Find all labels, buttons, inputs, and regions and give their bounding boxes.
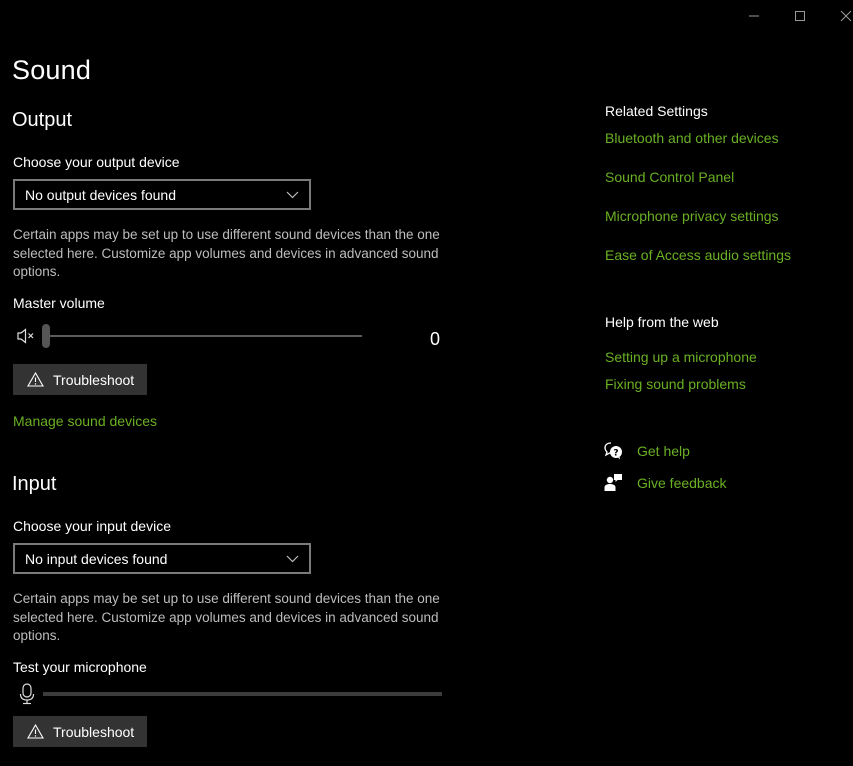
microphone-privacy-link[interactable]: Microphone privacy settings xyxy=(605,208,779,224)
output-device-label: Choose your output device xyxy=(13,154,180,170)
sound-control-panel-link[interactable]: Sound Control Panel xyxy=(605,169,734,185)
master-volume-slider-thumb[interactable] xyxy=(42,324,50,348)
give-feedback-link[interactable]: Give feedback xyxy=(637,475,727,491)
master-volume-value: 0 xyxy=(430,329,441,349)
input-device-dropdown[interactable]: No input devices found xyxy=(13,543,311,574)
output-description: Certain apps may be set up to use differ… xyxy=(13,227,440,279)
maximize-button[interactable] xyxy=(777,0,823,32)
get-help-link[interactable]: Get help xyxy=(637,443,690,459)
input-heading: Input xyxy=(12,473,57,495)
chevron-down-icon xyxy=(286,186,299,204)
maximize-icon xyxy=(794,10,806,22)
warning-icon xyxy=(27,724,44,739)
close-button[interactable] xyxy=(823,0,853,32)
output-device-dropdown[interactable]: No output devices found xyxy=(13,179,311,210)
get-help-item[interactable]: ? Get help xyxy=(604,442,690,460)
minimize-button[interactable] xyxy=(731,0,777,32)
test-microphone-label: Test your microphone xyxy=(13,659,147,675)
input-device-label: Choose your input device xyxy=(13,518,171,534)
ease-of-access-audio-link[interactable]: Ease of Access audio settings xyxy=(605,247,791,263)
related-settings-heading: Related Settings xyxy=(605,103,708,119)
give-feedback-item[interactable]: Give feedback xyxy=(604,473,727,492)
output-troubleshoot-label: Troubleshoot xyxy=(53,371,135,388)
microphone-icon xyxy=(18,683,36,705)
input-troubleshoot-label: Troubleshoot xyxy=(53,723,135,740)
fixing-sound-problems-link[interactable]: Fixing sound problems xyxy=(605,376,746,392)
output-heading: Output xyxy=(12,109,73,131)
master-volume-track[interactable] xyxy=(46,335,362,337)
input-description: Certain apps may be set up to use differ… xyxy=(13,591,440,643)
get-help-icon: ? xyxy=(604,442,637,460)
chevron-down-icon xyxy=(286,550,299,568)
give-feedback-icon xyxy=(604,473,637,492)
bluetooth-devices-link[interactable]: Bluetooth and other devices xyxy=(605,130,779,146)
input-device-value: No input devices found xyxy=(25,550,168,567)
page-title: Sound xyxy=(12,55,92,85)
input-troubleshoot-button[interactable]: Troubleshoot xyxy=(13,716,147,747)
speaker-muted-icon[interactable] xyxy=(16,327,36,345)
warning-icon xyxy=(27,372,44,387)
minimize-icon xyxy=(748,10,760,22)
help-from-web-heading: Help from the web xyxy=(605,314,719,330)
master-volume-label: Master volume xyxy=(13,295,105,311)
output-device-value: No output devices found xyxy=(25,186,176,203)
setting-up-microphone-link[interactable]: Setting up a microphone xyxy=(605,349,757,365)
microphone-level-meter xyxy=(43,692,442,696)
manage-sound-devices-link[interactable]: Manage sound devices xyxy=(13,413,157,429)
close-icon xyxy=(840,10,852,22)
svg-text:?: ? xyxy=(613,448,618,458)
output-troubleshoot-button[interactable]: Troubleshoot xyxy=(13,364,147,395)
